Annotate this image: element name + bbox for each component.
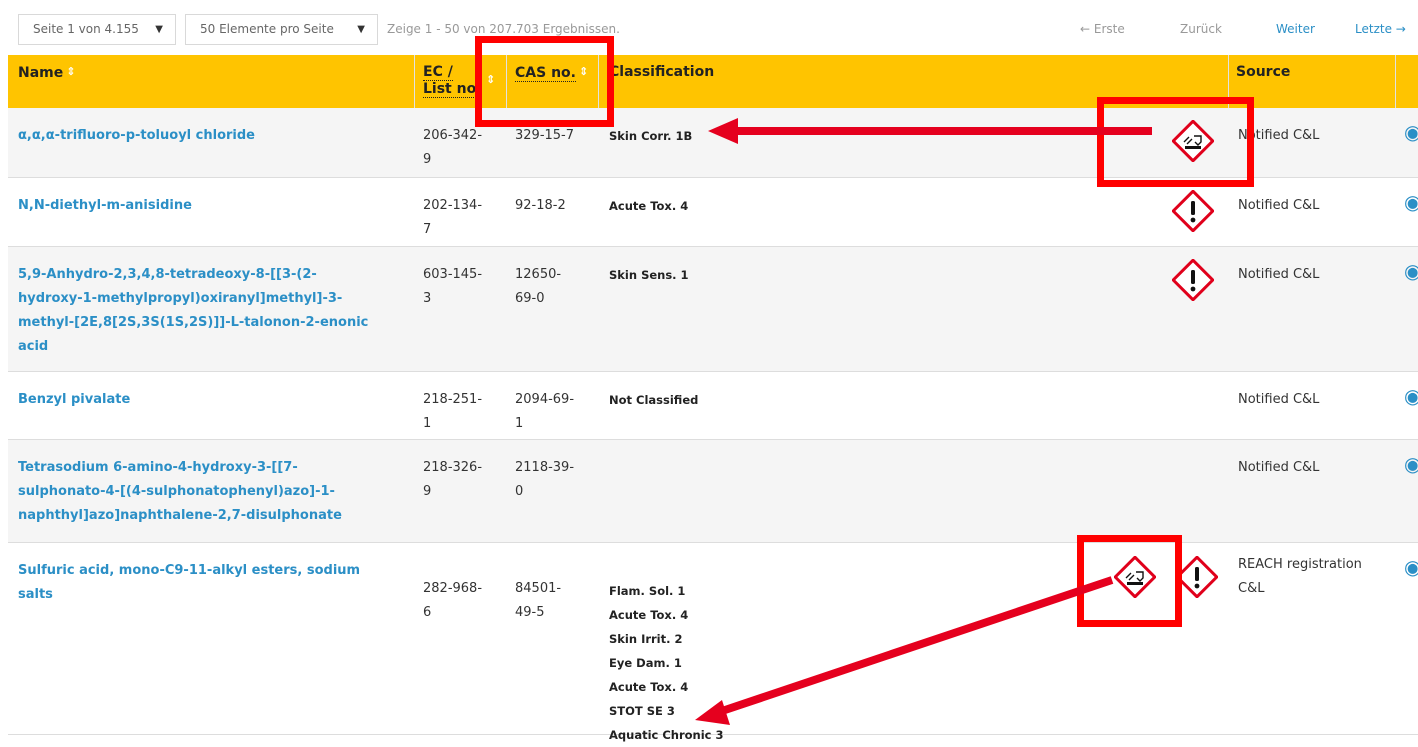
annotation-arrows [695,118,1152,725]
annotation-arrow-head [708,118,738,144]
annotation-arrow-line [720,576,1114,715]
annotation-arrow-head [695,700,730,725]
